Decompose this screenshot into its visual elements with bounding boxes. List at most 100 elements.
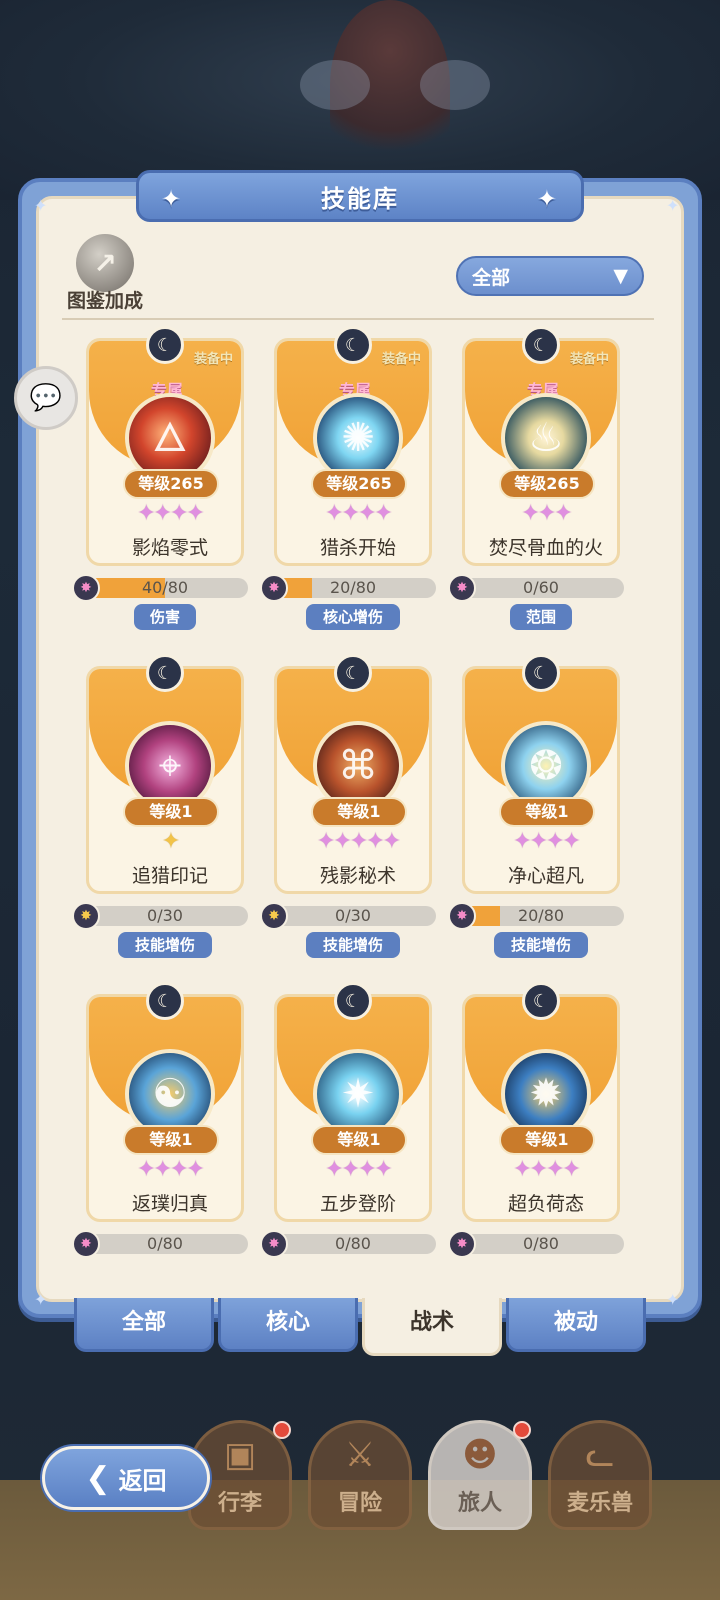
skill-symbol: ⌖: [158, 743, 182, 789]
collection-bonus-button[interactable]: ↗ 图鉴加成: [56, 234, 154, 312]
skill-name: 五步登阶: [319, 1193, 396, 1215]
shard-gem-icon: ✸: [72, 574, 100, 602]
tab-all[interactable]: 全部: [74, 1298, 214, 1352]
progress-text: 0/80: [523, 1234, 559, 1253]
skill-card[interactable]: 专属✺等级265✦✦✦✦猎杀开始◆: [274, 338, 432, 566]
skill-level: 等级1: [123, 1125, 219, 1155]
skill-level: 等级265: [123, 469, 219, 499]
skill-level: 等级1: [499, 797, 595, 827]
progress-text: 0/80: [335, 1234, 371, 1253]
shard-gem-icon: ✸: [260, 902, 288, 930]
skill-card[interactable]: ☯等级1✦✦✦✦返璞归真◆: [86, 994, 244, 1222]
skill-category-tag: 技能增伤: [494, 932, 588, 958]
skill-category-tag: 技能增伤: [118, 932, 212, 958]
skill-card-slot: ⌖等级1✦追猎印记◆☾0/30✸技能增伤: [72, 654, 252, 958]
upgrade-progress-bar: 40/80: [82, 578, 248, 598]
skill-category-tag: 伤害: [134, 604, 196, 630]
skill-name: 超负荷态: [507, 1193, 584, 1215]
skill-card[interactable]: ❂等级1✦✦✦✦净心超凡◆: [462, 666, 620, 894]
skill-symbol: 🜂: [152, 415, 188, 461]
skill-level: 等级1: [499, 1125, 595, 1155]
skill-level: 等级1: [311, 1125, 407, 1155]
nav-traveler-label: 旅人: [457, 1491, 502, 1516]
skill-card-slot: ✹等级1✦✦✦✦超负荷态◆☾0/80✸: [448, 982, 628, 1282]
moon-badge-icon: ☾: [146, 326, 184, 364]
tab-core[interactable]: 核心: [218, 1298, 358, 1352]
filter-selected-value: 全部: [472, 266, 511, 289]
skill-symbol: ♨: [528, 415, 564, 461]
skill-card-slot: ✷等级1✦✦✦✦五步登阶◆☾0/80✸: [260, 982, 440, 1282]
skill-category-tag: 核心增伤: [306, 604, 400, 630]
upgrade-progress-bar: 20/80: [458, 906, 624, 926]
upgrade-progress-bar: 0/80: [270, 1234, 436, 1254]
upgrade-progress-bar: 0/80: [458, 1234, 624, 1254]
moon-badge-icon: ☾: [334, 654, 372, 692]
skill-symbol: ✺: [341, 415, 375, 461]
corner-star-icon: ✦: [666, 1290, 680, 1309]
skill-symbol: ✹: [529, 1071, 563, 1117]
skill-card[interactable]: ✹等级1✦✦✦✦超负荷态◆: [462, 994, 620, 1222]
back-button[interactable]: ❮ 返回: [42, 1446, 210, 1510]
upgrade-progress-bar: 20/80: [270, 578, 436, 598]
equipped-label: 装备中: [194, 352, 234, 367]
skill-card-slot: ⌘等级1✦✦✦✦✦残影秘术◆☾0/30✸技能增伤: [260, 654, 440, 958]
skill-name: 焚尽骨血的火: [488, 537, 603, 559]
chat-bubble-icon[interactable]: 💬: [14, 366, 78, 430]
moon-badge-icon: ☾: [522, 982, 560, 1020]
star-rating: ✦✦✦✦: [513, 829, 581, 854]
skill-symbol: ⌘: [338, 743, 378, 789]
star-rating: ✦✦✦✦: [325, 1157, 393, 1182]
shard-gem-icon: ✸: [72, 1230, 100, 1258]
progress-text: 0/30: [147, 906, 183, 925]
nav-pet[interactable]: ᓚ 麦乐兽: [548, 1420, 652, 1530]
corner-star-icon: ✦: [34, 1290, 48, 1309]
nav-adventure[interactable]: ⚔ 冒险: [308, 1420, 412, 1530]
upgrade-progress-bar: 0/80: [82, 1234, 248, 1254]
skill-card[interactable]: ⌘等级1✦✦✦✦✦残影秘术◆: [274, 666, 432, 894]
crossed-swords-icon: ⚔: [344, 1435, 376, 1475]
corner-star-icon: ✦: [34, 196, 48, 215]
skill-name: 残影秘术: [319, 865, 396, 887]
moon-badge-icon: ☾: [334, 982, 372, 1020]
star-rating: ✦✦✦✦✦: [316, 829, 401, 854]
shard-gem-icon: ✸: [260, 574, 288, 602]
tab-passive[interactable]: 被动: [506, 1298, 646, 1352]
dropdown-triangle-icon: ▼: [613, 265, 628, 287]
moon-badge-icon: ☾: [146, 982, 184, 1020]
star-rating: ✦: [161, 829, 180, 854]
progress-text: 0/60: [523, 578, 559, 597]
skill-card[interactable]: ✷等级1✦✦✦✦五步登阶◆: [274, 994, 432, 1222]
skill-card[interactable]: 专属♨等级265✦✦✦焚尽骨血的火◆: [462, 338, 620, 566]
hero-wing-right: [420, 60, 490, 110]
shard-gem-icon: ✸: [260, 1230, 288, 1258]
skill-name: 猎杀开始: [319, 537, 396, 559]
nav-traveler[interactable]: ☻ 旅人: [428, 1420, 532, 1530]
notification-dot: [513, 1421, 531, 1439]
notification-dot: [273, 1421, 291, 1439]
skill-card[interactable]: ⌖等级1✦追猎印记◆: [86, 666, 244, 894]
star-icon: ✦: [536, 185, 559, 213]
skill-level: 等级265: [499, 469, 595, 499]
skill-symbol: ✷: [341, 1071, 375, 1117]
star-rating: ✦✦✦✦: [325, 501, 393, 526]
moon-badge-icon: ☾: [522, 654, 560, 692]
progress-text: 0/30: [335, 906, 371, 925]
pet-cat-icon: ᓚ: [585, 1435, 615, 1475]
upgrade-progress-bar: 0/30: [82, 906, 248, 926]
skill-card-slot: 专属♨等级265✦✦✦焚尽骨血的火◆☾装备中0/60✸范围: [448, 326, 628, 630]
skill-symbol: ❂: [529, 743, 563, 789]
skill-level: 等级1: [123, 797, 219, 827]
moon-badge-icon: ☾: [146, 654, 184, 692]
skill-name: 影焰零式: [131, 537, 208, 559]
skill-card[interactable]: 专属🜂等级265✦✦✦✦影焰零式◆: [86, 338, 244, 566]
nav-pet-label: 麦乐兽: [566, 1491, 633, 1516]
collection-arrow-icon: ↗: [76, 234, 134, 292]
nav-adventure-label: 冒险: [337, 1491, 382, 1516]
star-rating: ✦✦✦✦: [137, 1157, 205, 1182]
progress-text: 20/80: [329, 578, 377, 597]
skill-card-slot: 专属✺等级265✦✦✦✦猎杀开始◆☾装备中20/80✸核心增伤: [260, 326, 440, 630]
tab-tactics[interactable]: 战术: [362, 1298, 502, 1356]
filter-dropdown[interactable]: 全部 ▼: [456, 256, 644, 296]
progress-text: 40/80: [141, 578, 189, 597]
skill-name: 净心超凡: [507, 865, 584, 887]
